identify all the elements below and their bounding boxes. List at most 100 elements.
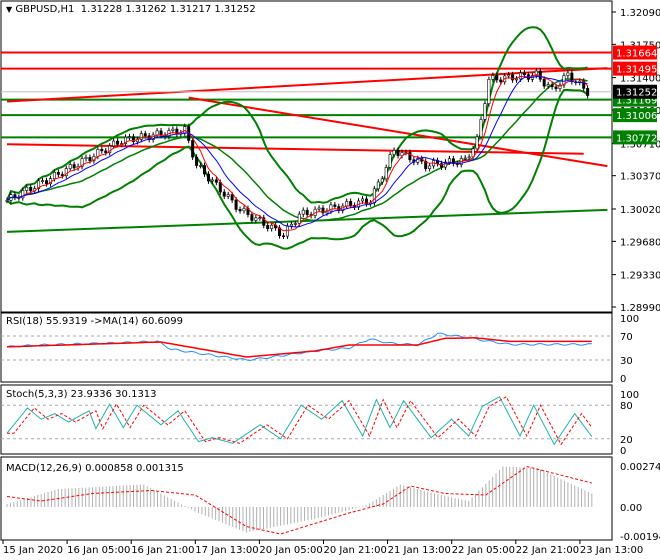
candle-body — [88, 157, 92, 162]
candle-body — [546, 84, 550, 87]
candle-body — [463, 157, 467, 160]
candle-body — [270, 224, 274, 229]
stoch-tick-label: 20 — [620, 435, 633, 446]
time-tick-label: 20 Jan 05:00 — [259, 545, 322, 556]
stoch-tick-label: 80 — [620, 401, 633, 412]
candle-body — [29, 186, 33, 192]
candle-body — [380, 178, 384, 183]
candle-body — [349, 201, 353, 206]
candle-body — [542, 78, 546, 87]
candle-body — [230, 194, 234, 201]
candle-body — [258, 217, 262, 219]
candle-body — [5, 200, 9, 202]
price-tick-label: 1.30370 — [620, 172, 660, 183]
candle-body — [345, 201, 349, 207]
time-tick-label: 20 Jan 21:00 — [324, 545, 387, 556]
candle-body — [388, 154, 392, 168]
candle-body — [301, 209, 305, 215]
candle-body — [447, 158, 451, 163]
time-tick-label: 15 Jan 2020 — [3, 545, 63, 556]
stoch-signal-line — [7, 396, 593, 446]
candle-body — [44, 180, 48, 185]
candle-body — [171, 128, 175, 131]
candle-body — [60, 174, 64, 176]
rsi-tick-label: 0 — [620, 374, 626, 385]
candle-body — [507, 74, 511, 77]
candle-body — [305, 209, 309, 215]
candle-body — [84, 157, 88, 159]
current-price-label: 1.31252 — [616, 88, 657, 99]
time-tick-label: 16 Jan 21:00 — [131, 545, 194, 556]
candle-body — [289, 223, 293, 227]
candle-body — [483, 103, 487, 120]
collapse-triangle-icon[interactable]: ▼ — [6, 5, 12, 14]
candle-body — [479, 119, 483, 138]
candle-body — [100, 149, 104, 152]
candle-body — [214, 179, 218, 183]
candle-body — [511, 74, 515, 81]
candle-body — [281, 235, 285, 238]
candle-body — [499, 79, 503, 83]
candle-body — [522, 72, 526, 75]
trading-chart-window: 1.320901.317501.314001.310601.307101.303… — [0, 0, 660, 560]
stoch-tick-label: 100 — [620, 390, 639, 401]
candle-body — [467, 156, 471, 159]
time-tick-label: 21 Jan 13:00 — [388, 545, 451, 556]
time-tick-label: 16 Jan 05:00 — [67, 545, 130, 556]
candle-body — [127, 136, 131, 138]
candle-body — [586, 88, 590, 96]
candle-body — [475, 136, 479, 150]
macd-signal-line — [6, 465, 592, 535]
time-tick-label: 17 Jan 13:00 — [195, 545, 258, 556]
stoch-label: Stoch(5,3,3) 23.9336 30.1313 — [6, 389, 157, 400]
rsi-tick-label: 30 — [620, 356, 633, 367]
candle-body — [72, 164, 76, 169]
candle-body — [155, 130, 159, 136]
candle-body — [372, 188, 376, 204]
candle-body — [333, 204, 337, 207]
rsi-label: RSI(18) 55.9319 ->MA(14) 60.6099 — [6, 316, 183, 327]
candle-body — [396, 150, 400, 156]
candle-body — [491, 75, 495, 80]
candle-body — [566, 72, 570, 76]
candle-body — [56, 171, 60, 175]
macd-label: MACD(12,26,9) 0.000858 0.001315 — [6, 463, 184, 474]
candle-body — [554, 86, 558, 89]
stoch-tick-label: 0 — [620, 446, 626, 457]
candle-body — [538, 70, 542, 80]
time-tick-label: 22 Jan 05:00 — [452, 545, 515, 556]
candle-body — [210, 179, 214, 182]
candle-body — [104, 150, 108, 153]
price-level-label: 1.31495 — [616, 65, 657, 76]
rsi-tick-label: 100 — [620, 314, 639, 325]
rsi-tick-label: 70 — [620, 332, 633, 343]
candle-body — [52, 171, 56, 179]
macd-tick-label: -0.001945 — [620, 532, 660, 543]
candle-body — [384, 167, 388, 180]
macd-tick-label: 0.00 — [620, 503, 642, 514]
candle-body — [242, 208, 246, 212]
price-tick-label: 1.29330 — [620, 271, 660, 282]
candle-body — [285, 225, 289, 237]
candle-body — [218, 182, 222, 193]
candle-body — [360, 198, 364, 202]
price-tick-label: 1.28990 — [620, 303, 660, 314]
price-tick-label: 1.29680 — [620, 237, 660, 248]
price-level-label: 1.31664 — [616, 49, 657, 60]
candle-body — [183, 126, 187, 134]
price-tick-label: 1.32090 — [620, 8, 660, 19]
ohlc-readout: 1.31228 1.31262 1.31217 1.31252 — [80, 4, 256, 15]
candle-body — [266, 225, 270, 229]
chart-header: ▼ GBPUSD,H1 1.31228 1.31262 1.31217 1.31… — [6, 4, 256, 15]
chart-canvas[interactable]: 1.320901.317501.314001.310601.307101.303… — [0, 0, 660, 560]
candle-body — [250, 214, 254, 221]
candle-body — [199, 165, 203, 167]
rsi-line — [6, 332, 592, 362]
candle-body — [515, 78, 519, 81]
candle-body — [203, 165, 207, 175]
candle-body — [392, 150, 396, 155]
price-tick-label: 1.30020 — [620, 205, 660, 216]
candle-body — [487, 79, 491, 104]
candle-body — [159, 130, 163, 136]
candle-body — [96, 149, 100, 157]
